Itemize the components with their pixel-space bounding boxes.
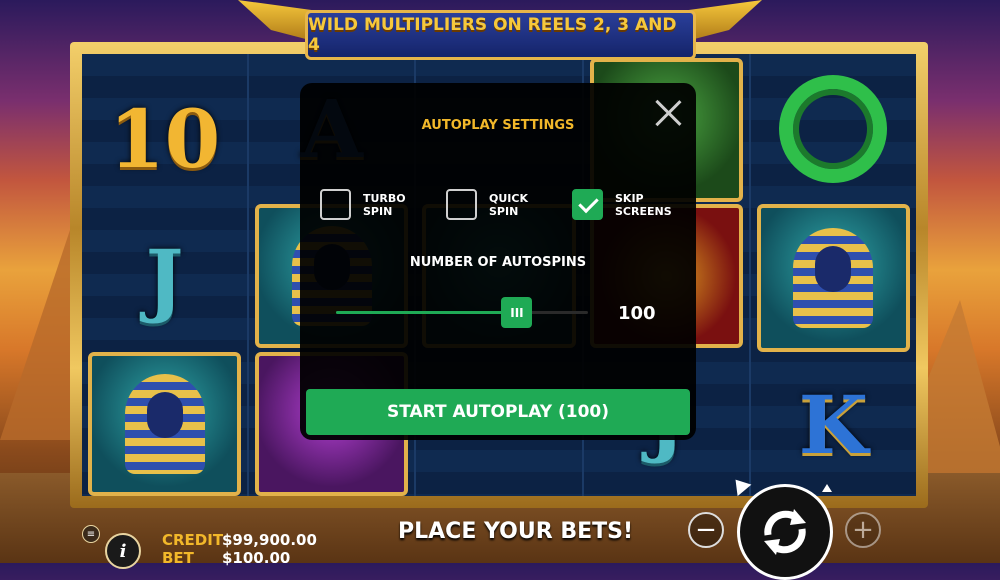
status-message: PLACE YOUR BETS!	[398, 519, 633, 544]
quick-spin-checkbox[interactable]	[446, 189, 477, 220]
autoplay-settings-modal: AUTOPLAY SETTINGS TURBO SPIN QUICK SPIN …	[300, 83, 696, 440]
skip-screens-option[interactable]: SKIP SCREENS	[572, 189, 675, 220]
credit-label: CREDIT	[162, 531, 224, 549]
autospins-value: 100	[618, 303, 656, 324]
symbol-snake	[759, 64, 908, 194]
symbol-j: J	[145, 232, 184, 326]
start-autoplay-button[interactable]: START AUTOPLAY (100)	[306, 389, 690, 435]
skip-screens-checkbox[interactable]	[572, 189, 603, 220]
spin-arrows-icon	[764, 509, 806, 555]
turbo-spin-checkbox[interactable]	[320, 189, 351, 220]
reel-1: 10 J	[82, 54, 250, 496]
modal-title: AUTOPLAY SETTINGS	[421, 118, 575, 133]
info-icon[interactable]: i	[105, 533, 141, 569]
autospins-slider-thumb[interactable]: III	[501, 297, 533, 328]
sound-toggle-icon[interactable]	[822, 484, 832, 492]
symbol-k: K	[798, 378, 869, 472]
symbol-panther-pharaoh	[88, 352, 242, 496]
banner-text: WILD MULTIPLIERS ON REELS 2, 3 AND 4	[308, 15, 677, 55]
turbo-spin-option[interactable]: TURBO SPIN	[320, 189, 423, 220]
decrease-bet-button[interactable]: −	[688, 512, 724, 548]
feature-banner: WILD MULTIPLIERS ON REELS 2, 3 AND 4	[305, 10, 696, 60]
quick-spin-label: QUICK SPIN	[489, 191, 528, 218]
spin-button[interactable]	[737, 484, 833, 580]
skip-screens-label: SKIP SCREENS	[615, 191, 672, 218]
reel-5: K	[750, 54, 917, 496]
quick-spin-option[interactable]: QUICK SPIN	[446, 189, 549, 220]
symbol-ten: 10	[108, 92, 221, 186]
close-icon[interactable]	[654, 99, 682, 127]
snake-icon	[779, 75, 888, 183]
pharaoh-icon	[793, 228, 874, 328]
bet-label: BET	[162, 549, 194, 567]
autospins-slider-fill	[336, 311, 518, 314]
autospins-label: NUMBER OF AUTOSPINS	[409, 255, 587, 270]
credit-value: $99,900.00	[222, 531, 317, 549]
symbol-panther-pharaoh	[756, 204, 911, 352]
pharaoh-icon	[124, 374, 205, 474]
menu-icon[interactable]: ≡	[82, 525, 100, 543]
turbo-spin-label: TURBO SPIN	[363, 191, 406, 218]
autospins-slider-track[interactable]: III	[336, 297, 588, 328]
increase-bet-button[interactable]: +	[845, 512, 881, 548]
bet-value: $100.00	[222, 549, 291, 567]
